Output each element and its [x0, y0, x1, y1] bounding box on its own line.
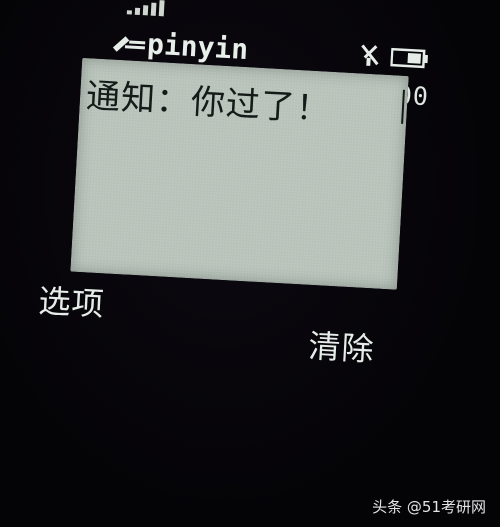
- text-cursor: [401, 89, 405, 124]
- no-signal-icon: [361, 44, 379, 66]
- pen-edit-icon: [112, 36, 146, 52]
- signal-bars-icon: [126, 0, 165, 17]
- message-editor[interactable]: 通知：你过了！: [70, 57, 409, 290]
- battery-icon: [390, 47, 428, 69]
- message-text: 通知：你过了！: [85, 76, 332, 130]
- phone-photo: pinyin 7/900 通知：你过了！ 选项 清除 头条 @51考研网: [0, 0, 500, 527]
- phone-screen: pinyin 7/900 通知：你过了！ 选项 清除: [35, 0, 450, 391]
- options-softkey[interactable]: 选项: [37, 276, 106, 326]
- clear-softkey[interactable]: 清除: [307, 321, 375, 371]
- source-watermark: 头条 @51考研网: [372, 498, 486, 516]
- input-mode-label: pinyin: [146, 27, 250, 67]
